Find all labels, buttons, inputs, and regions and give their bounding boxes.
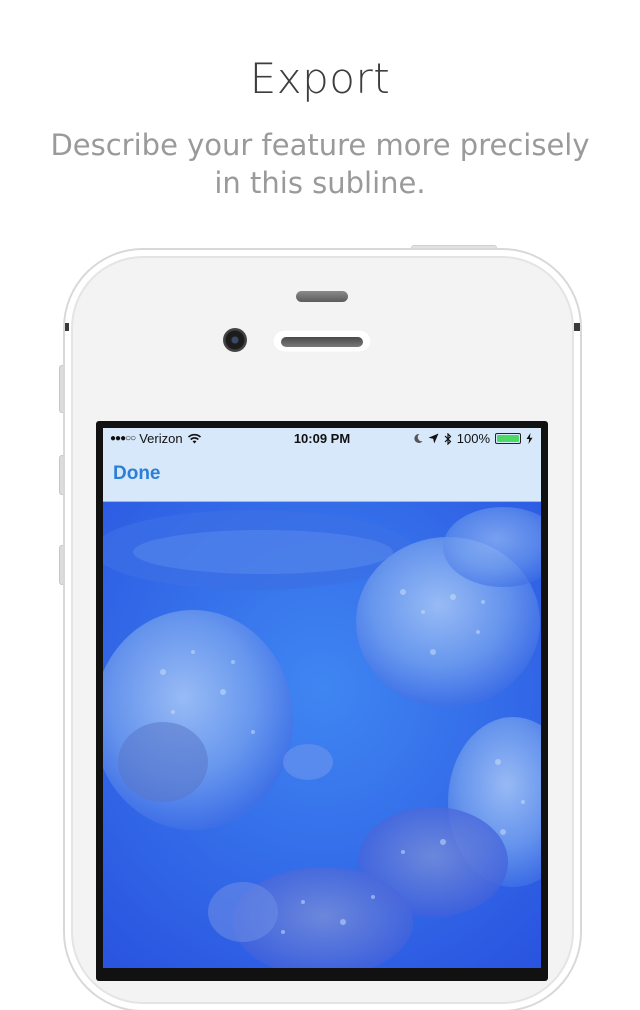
earpiece-speaker — [281, 337, 363, 347]
page-title: Export — [249, 54, 391, 103]
battery-level-fill — [497, 435, 519, 442]
bluetooth-icon — [444, 432, 452, 445]
antenna-band-right — [574, 323, 580, 331]
page-subline: Describe your feature more precisely in … — [50, 128, 590, 200]
moon-icon — [414, 433, 423, 443]
battery-icon — [495, 433, 521, 444]
antenna-band-left — [65, 323, 69, 331]
navigation-bar: Done — [103, 450, 541, 502]
jellyfish-illustration — [103, 502, 541, 968]
status-bar: ●●●○○ Verizon 10:09 PM 100% — [103, 428, 541, 450]
proximity-sensor — [296, 291, 348, 302]
location-arrow-icon — [428, 433, 439, 444]
front-camera-icon — [223, 328, 247, 352]
done-button[interactable]: Done — [113, 463, 161, 485]
jellyfish-photo — [103, 502, 541, 968]
battery-percent: 100% — [456, 431, 490, 446]
phone-display: ●●●○○ Verizon 10:09 PM 100% Done — [103, 428, 541, 968]
charging-bolt-icon — [526, 433, 533, 444]
